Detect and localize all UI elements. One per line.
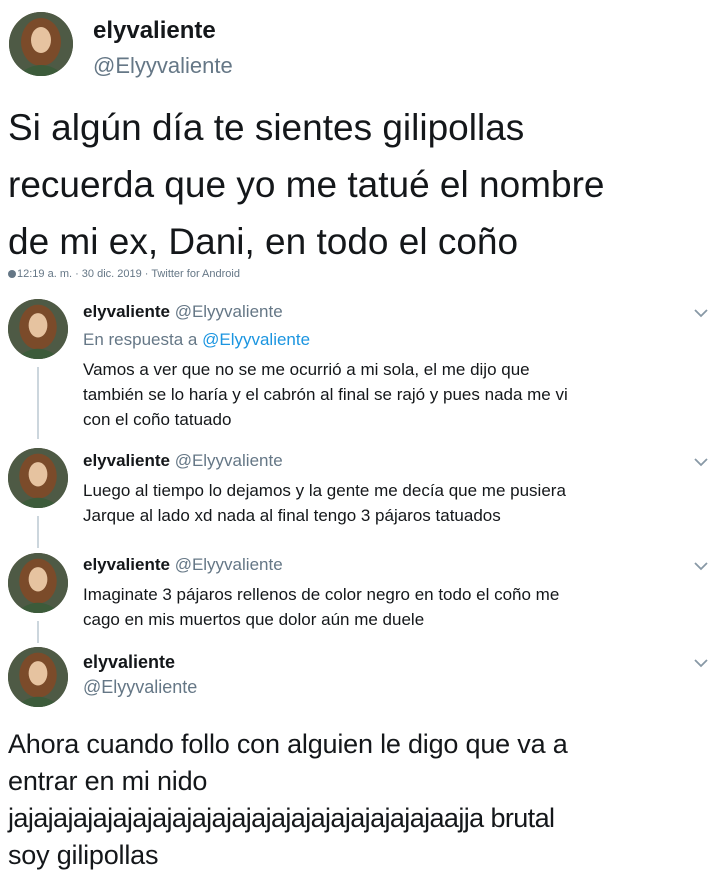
- reply-header: elyvaliente @Elyyvaliente: [83, 451, 283, 471]
- handle[interactable]: @Elyyvaliente: [93, 53, 233, 79]
- reply-header: elyvaliente @Elyyvaliente: [83, 302, 283, 322]
- reply-text: Luego al tiempo lo dejamos y la gente me…: [83, 478, 703, 528]
- reply-text: Vamos a ver que no se me ocurrió a mi so…: [83, 357, 703, 432]
- handle[interactable]: @Elyyvaliente: [175, 555, 283, 574]
- clock-globe-icon: [8, 270, 16, 278]
- tweet-text-line: entrar en mi nido: [8, 766, 208, 796]
- display-name[interactable]: elyvaliente: [93, 17, 216, 45]
- avatar[interactable]: [9, 12, 73, 76]
- tweet-text-line: de mi ex, Dani, en todo el coño: [8, 221, 519, 262]
- chevron-down-icon[interactable]: [694, 555, 708, 576]
- avatar-portrait: [8, 553, 68, 613]
- display-name[interactable]: elyvaliente: [83, 302, 170, 321]
- final-tweet-text: Ahora cuando follo con alguien le digo q…: [8, 726, 714, 874]
- avatar[interactable]: [8, 647, 68, 707]
- reply-text-line: Jarque al lado xd nada al final tengo 3 …: [83, 506, 501, 525]
- avatar-portrait: [8, 448, 68, 508]
- handle[interactable]: @Elyyvaliente: [83, 677, 197, 698]
- display-name[interactable]: elyvaliente: [83, 451, 170, 470]
- reply-text-line: Imaginate 3 pájaros rellenos de color ne…: [83, 585, 560, 604]
- display-name[interactable]: elyvaliente: [83, 652, 175, 673]
- avatar-portrait: [8, 647, 68, 707]
- tweet-timestamp-row: 12:19 a. m. · 30 dic. 2019 · Twitter for…: [8, 268, 240, 280]
- chevron-down-icon[interactable]: [694, 451, 708, 472]
- tweet-text-line: soy gilipollas: [8, 840, 159, 870]
- handle[interactable]: @Elyyvaliente: [175, 451, 283, 470]
- avatar[interactable]: [8, 553, 68, 613]
- tweet-timestamp[interactable]: 12:19 a. m. · 30 dic. 2019 · Twitter for…: [17, 268, 240, 280]
- avatar-portrait: [8, 299, 68, 359]
- avatar[interactable]: [8, 299, 68, 359]
- tweet-text-line: Ahora cuando follo con alguien le digo q…: [8, 729, 568, 759]
- tweet-text-line: Si algún día te sientes gilipollas: [8, 107, 525, 148]
- tweet-text-line: jajajajajajajajajajajajajajajajajajajaja…: [8, 803, 555, 833]
- reply-text-line: también se lo haría y el cabrón al final…: [83, 385, 568, 404]
- avatar-portrait: [9, 12, 73, 76]
- thread-line: [37, 516, 39, 548]
- tweet-text-line: recuerda que yo me tatué el nombre: [8, 164, 605, 205]
- chevron-down-icon[interactable]: [694, 302, 708, 323]
- avatar[interactable]: [8, 448, 68, 508]
- thread-line: [37, 367, 39, 439]
- thread-line: [37, 621, 39, 643]
- reply-text-line: Vamos a ver que no se me ocurrió a mi so…: [83, 360, 530, 379]
- reply-text-line: Luego al tiempo lo dejamos y la gente me…: [83, 481, 566, 500]
- reply-to-line: En respuesta a @Elyyvaliente: [83, 330, 310, 350]
- reply-to-prefix: En respuesta a: [83, 330, 198, 349]
- reply-text-line: cago en mis muertos que dolor aún me due…: [83, 610, 425, 629]
- tweet-text: Si algún día te sientes gilipollas recue…: [8, 99, 713, 270]
- display-name[interactable]: elyvaliente: [83, 555, 170, 574]
- reply-text-line: con el coño tatuado: [83, 410, 232, 429]
- reply-header: elyvaliente @Elyyvaliente: [83, 555, 283, 575]
- handle[interactable]: @Elyyvaliente: [175, 302, 283, 321]
- chevron-down-icon[interactable]: [694, 652, 708, 673]
- reply-text: Imaginate 3 pájaros rellenos de color ne…: [83, 582, 703, 632]
- reply-to-handle-link[interactable]: @Elyyvaliente: [202, 330, 310, 349]
